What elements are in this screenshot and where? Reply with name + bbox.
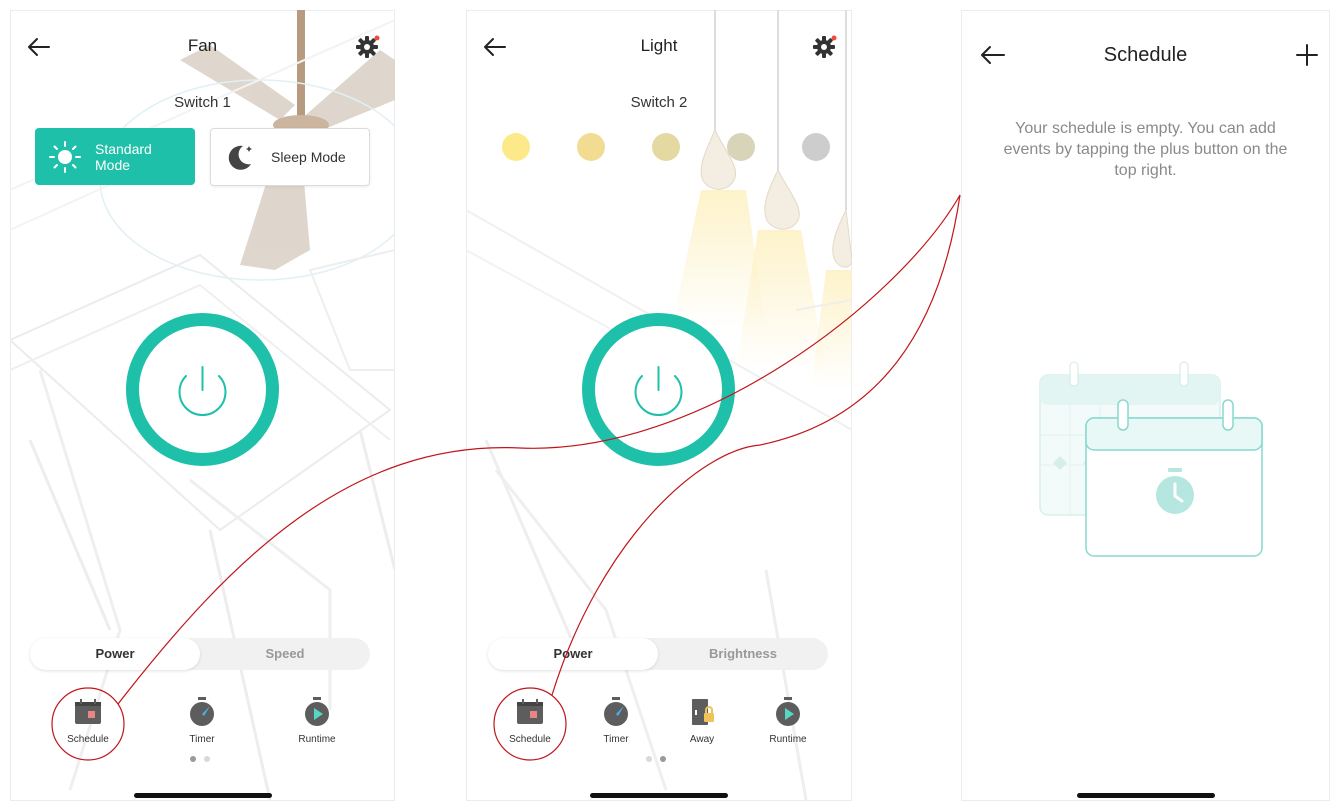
header: Light bbox=[466, 32, 852, 64]
home-indicator[interactable] bbox=[133, 793, 272, 798]
add-plus-icon[interactable] bbox=[1296, 44, 1318, 66]
schedule-shortcut[interactable]: Schedule bbox=[495, 696, 565, 745]
schedule-label: Schedule bbox=[67, 734, 109, 745]
sleep-mode-button[interactable]: Sleep Mode bbox=[210, 128, 370, 186]
page-dot[interactable] bbox=[190, 756, 196, 762]
page-indicator bbox=[190, 756, 220, 764]
light-screen: Light Switch 2 Power Brightness Schedule… bbox=[466, 10, 852, 801]
tab-brightness[interactable]: Brightness bbox=[658, 638, 828, 670]
page-dot[interactable] bbox=[646, 756, 652, 762]
empty-state-message: Your schedule is empty. You can add even… bbox=[1003, 120, 1288, 179]
timer-shortcut[interactable]: Timer bbox=[581, 696, 651, 745]
page-title: Schedule bbox=[1103, 44, 1188, 66]
timer-icon bbox=[604, 697, 628, 726]
empty-calendar-illustration bbox=[1039, 361, 1263, 557]
moon-icon bbox=[228, 145, 252, 170]
away-icon bbox=[692, 699, 714, 725]
color-preset-swatch[interactable] bbox=[502, 133, 530, 161]
runtime-icon bbox=[305, 697, 329, 726]
timer-shortcut[interactable]: Timer bbox=[167, 696, 237, 745]
home-indicator[interactable] bbox=[590, 793, 728, 798]
page-dot[interactable] bbox=[660, 756, 666, 762]
power-button[interactable] bbox=[581, 312, 736, 467]
settings-gear-icon[interactable] bbox=[355, 34, 381, 60]
color-preset-swatch[interactable] bbox=[802, 133, 830, 161]
calendar-icon bbox=[75, 699, 101, 724]
page-dot[interactable] bbox=[204, 756, 210, 762]
device-title: Fan bbox=[187, 36, 218, 55]
switch-name: Switch 2 bbox=[630, 94, 688, 111]
device-title: Light bbox=[640, 36, 678, 55]
fan-screen: Fan Switch 1 Standard Mode Sleep Mode Po… bbox=[10, 10, 395, 801]
color-preset-swatch[interactable] bbox=[652, 133, 680, 161]
schedule-screen: Schedule Your schedule is empty. You can… bbox=[961, 10, 1330, 801]
tab-speed[interactable]: Speed bbox=[200, 638, 370, 670]
standard-mode-button[interactable]: Standard Mode bbox=[35, 128, 195, 185]
color-preset-swatch[interactable] bbox=[727, 133, 755, 161]
control-tabs: Power Brightness bbox=[488, 638, 828, 670]
timer-icon bbox=[190, 697, 214, 726]
tab-power[interactable]: Power bbox=[488, 638, 658, 670]
timer-label: Timer bbox=[603, 734, 629, 745]
schedule-label: Schedule bbox=[509, 734, 551, 745]
timer-label: Timer bbox=[189, 734, 215, 745]
sun-icon bbox=[49, 140, 81, 173]
color-preset-swatch[interactable] bbox=[577, 133, 605, 161]
page-indicator bbox=[646, 756, 676, 764]
calendar-icon bbox=[517, 699, 543, 724]
schedule-shortcut[interactable]: Schedule bbox=[53, 696, 123, 745]
runtime-icon bbox=[776, 697, 800, 726]
header: Fan bbox=[10, 32, 395, 64]
runtime-shortcut[interactable]: Runtime bbox=[282, 696, 352, 745]
runtime-label: Runtime bbox=[769, 734, 807, 745]
away-label: Away bbox=[689, 734, 715, 745]
away-shortcut[interactable]: Away bbox=[667, 696, 737, 745]
switch-name: Switch 1 bbox=[174, 94, 231, 111]
control-tabs: Power Speed bbox=[30, 638, 370, 670]
standard-mode-label: Standard Mode bbox=[95, 140, 152, 173]
runtime-shortcut[interactable]: Runtime bbox=[753, 696, 823, 745]
runtime-label: Runtime bbox=[298, 734, 336, 745]
power-button[interactable] bbox=[125, 312, 280, 467]
sleep-mode-label: Sleep Mode bbox=[271, 149, 346, 165]
settings-gear-icon[interactable] bbox=[812, 34, 838, 60]
tab-power[interactable]: Power bbox=[30, 638, 200, 670]
home-indicator[interactable] bbox=[1076, 793, 1215, 798]
